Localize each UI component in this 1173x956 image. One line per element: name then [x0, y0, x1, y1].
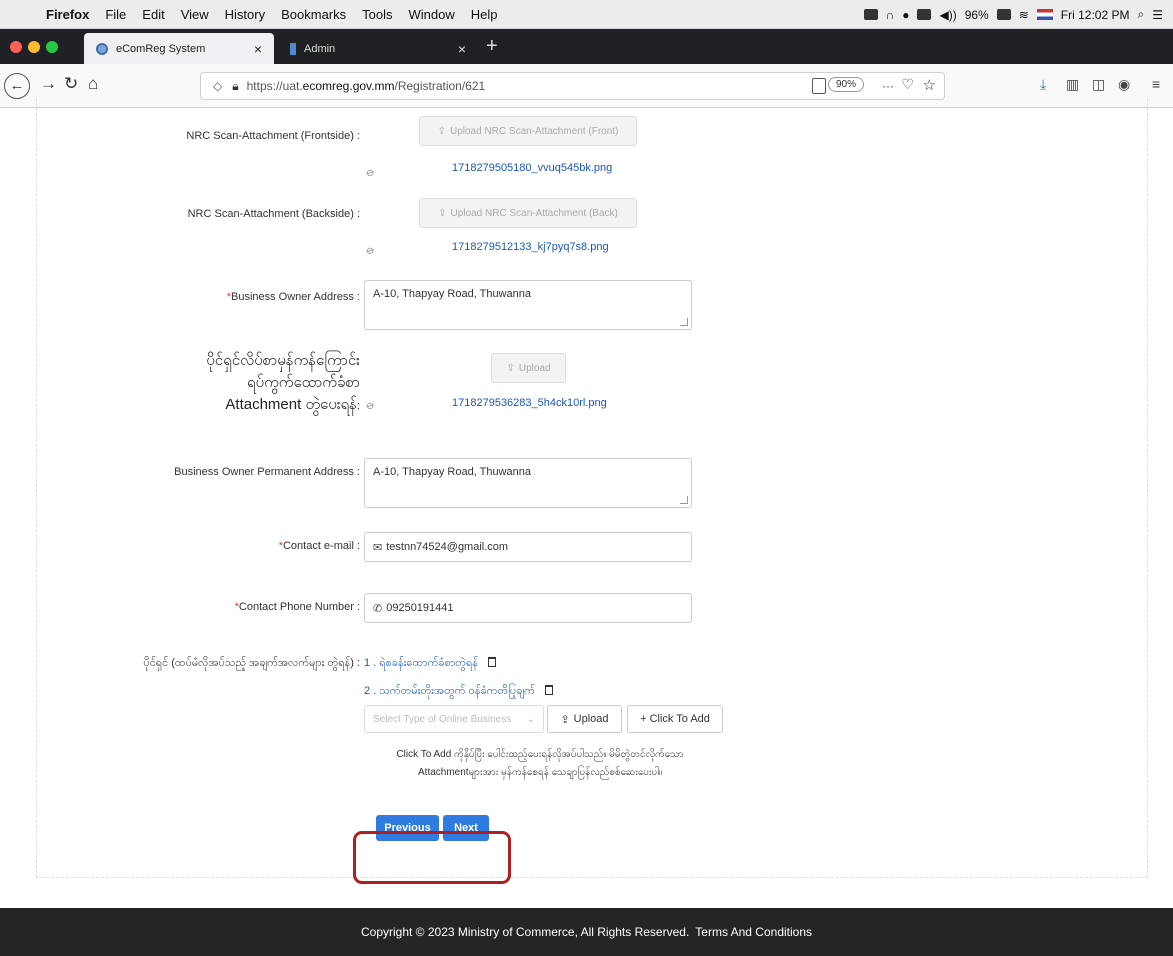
reload-icon[interactable]: ↻	[64, 74, 78, 94]
browser-tab-strip: eComReg System × Admin × +	[0, 29, 1173, 64]
battery-icon[interactable]	[996, 9, 1011, 20]
wifi-icon[interactable]: ≋	[1019, 8, 1029, 22]
sidebar-icon[interactable]: ◫	[1092, 76, 1105, 93]
upload-icon: ⇪	[506, 362, 515, 374]
attachment-item[interactable]: 2 . သက်တမ်းတိုးအတွက် ဝန်ခံကတိပြုချက်	[364, 684, 553, 700]
nrc-front-label: NRC Scan-Attachment (Frontside) :	[186, 130, 360, 142]
macos-menu-bar: Firefox File Edit View History Bookmarks…	[0, 0, 1173, 29]
page-actions-menu-icon[interactable]: ···	[882, 79, 894, 93]
online-business-type-select[interactable]: Select Type of Online Business ⌄	[364, 705, 544, 733]
menu-tools[interactable]: Tools	[362, 7, 392, 22]
tab-close-icon[interactable]: ×	[254, 41, 262, 57]
owner-documents-label: ပိုင်ရှင် (ထပ်မံလိုအပ်သည့် အချက်အလက်များ…	[143, 657, 360, 669]
back-arrow-icon[interactable]: ←	[4, 73, 30, 99]
volume-icon[interactable]: ◀))	[939, 8, 956, 22]
menu-file[interactable]: File	[105, 7, 126, 22]
page-footer: Copyright © 2023 Ministry of Commerce, A…	[0, 908, 1173, 956]
nrc-back-file-link[interactable]: 1718279512133_kj7pyq7s8.png	[452, 241, 609, 253]
window-close-dot[interactable]	[10, 41, 22, 53]
attachment-note: Click To Add ကိုနှိပ်ပြီး ပေါင်းထည့်ပေးရ…	[396, 749, 684, 778]
upload-address-proof-button[interactable]: ⇪ Upload	[491, 353, 566, 383]
account-icon[interactable]: ◉	[1118, 76, 1130, 93]
trash-icon[interactable]	[487, 657, 496, 667]
upload-nrc-front-button[interactable]: ⇪ Upload NRC Scan-Attachment (Front)	[419, 116, 637, 146]
bookmark-star-icon[interactable]: ☆	[923, 76, 936, 94]
lock-icon[interactable]: 🔒︎	[232, 79, 238, 94]
reader-view-icon[interactable]	[812, 78, 826, 94]
menu-bookmarks[interactable]: Bookmarks	[281, 7, 346, 22]
nrc-back-label: NRC Scan-Attachment (Backside) :	[187, 208, 360, 220]
menu-help[interactable]: Help	[471, 7, 498, 22]
tab-ecomreg[interactable]: eComReg System ×	[84, 33, 274, 64]
tab-title: eComReg System	[116, 42, 206, 55]
phone-field[interactable]: ✆ 09250191441	[364, 593, 692, 623]
zoom-level-badge[interactable]: 90%	[827, 77, 864, 92]
phone-label: *Contact Phone Number :	[234, 601, 360, 613]
status-app-icon[interactable]	[863, 9, 878, 20]
permanent-address-label: Business Owner Permanent Address :	[174, 466, 360, 478]
headphones-icon[interactable]: ∩	[886, 8, 895, 22]
hamburger-menu-icon[interactable]: ≡	[1152, 76, 1160, 92]
click-to-add-button[interactable]: + Click To Add	[627, 705, 723, 733]
address-proof-label: ပိုင်ရှင်လိပ်စာမှန်ကန်ကြောင်း ရပ်ကွက်ထော…	[206, 352, 360, 413]
owner-address-textarea[interactable]: A-10, Thapyay Road, Thuwanna	[364, 280, 692, 330]
menu-view[interactable]: View	[181, 7, 209, 22]
menu-history[interactable]: History	[225, 7, 265, 22]
url-text[interactable]: https://uat.ecomreg.gov.mm/Registration/…	[247, 79, 486, 93]
copyright-text: Copyright © 2023 Ministry of Commerce, A…	[360, 925, 690, 939]
resize-grip-icon[interactable]	[680, 496, 688, 504]
clock[interactable]: Fri 12:02 PM	[1061, 8, 1130, 22]
download-icon[interactable]: ⤓	[1040, 76, 1046, 93]
highlight-annotation-box	[353, 831, 511, 884]
tab-admin[interactable]: Admin ×	[278, 33, 478, 64]
phone-icon: ✆	[373, 602, 383, 615]
nrc-front-file-link[interactable]: 1718279505180_vvuq545bk.png	[452, 162, 612, 174]
status-area: ∩ ● ◀)) 96% ≋ Fri 12:02 PM ⌕ ☰	[863, 0, 1163, 29]
forward-arrow-icon[interactable]: →	[40, 74, 57, 94]
tracking-shield-icon[interactable]: ◇	[213, 79, 222, 93]
page-content: NRC Scan-Attachment (Frontside) : ⇪ Uploa…	[0, 98, 1173, 956]
window-zoom-dot[interactable]	[46, 41, 58, 53]
permanent-address-textarea[interactable]: A-10, Thapyay Road, Thuwanna	[364, 458, 692, 508]
chevron-down-icon: ⌄	[526, 713, 535, 725]
owner-address-label: *Business Owner Address :	[226, 291, 360, 303]
tab-close-icon[interactable]: ×	[458, 41, 466, 57]
url-bar[interactable]: ◇ 🔒︎ https://uat.ecomreg.gov.mm/Registra…	[200, 72, 945, 100]
pocket-icon[interactable]: ♡	[901, 76, 914, 93]
upload-document-button[interactable]: ⇪ Upload	[547, 705, 622, 733]
terms-link[interactable]: Terms And Conditions	[695, 925, 812, 939]
email-field[interactable]: ✉ testnn74524@gmail.com	[364, 532, 692, 562]
menu-edit[interactable]: Edit	[142, 7, 164, 22]
tab-title: Admin	[304, 42, 336, 55]
resize-grip-icon[interactable]	[680, 318, 688, 326]
new-tab-plus-icon[interactable]: +	[486, 35, 498, 58]
menu-window[interactable]: Window	[409, 7, 455, 22]
control-center-icon[interactable]: ☰	[1152, 8, 1163, 22]
upload-icon: ⇪	[438, 207, 447, 219]
upload-icon: ⇪	[437, 125, 446, 137]
input-source-flag-icon[interactable]	[1036, 9, 1053, 20]
address-proof-file-link[interactable]: 1718279536283_5h4ck10rl.png	[452, 397, 607, 409]
upload-icon: ⇪	[560, 713, 570, 726]
admin-favicon-icon	[290, 42, 296, 55]
trash-icon[interactable]	[544, 685, 553, 695]
email-label: *Contact e-mail :	[278, 540, 360, 552]
shield-status-icon[interactable]: ●	[902, 8, 909, 22]
home-icon[interactable]: ⌂	[88, 74, 98, 94]
battery-percent: 96%	[964, 7, 989, 22]
ecomreg-favicon-icon	[96, 42, 108, 55]
window-minimize-dot[interactable]	[28, 41, 40, 53]
menu-app-name[interactable]: Firefox	[46, 7, 89, 22]
attachment-item[interactable]: 1 . ရဲစခန်းထောက်ခံစာတွဲရန်	[364, 656, 496, 672]
upload-nrc-back-button[interactable]: ⇪ Upload NRC Scan-Attachment (Back)	[419, 198, 637, 228]
spotlight-search-icon[interactable]: ⌕	[1138, 7, 1145, 22]
display-icon[interactable]	[917, 9, 932, 20]
envelope-icon: ✉	[373, 541, 383, 554]
library-icon[interactable]: ▥	[1066, 76, 1079, 93]
